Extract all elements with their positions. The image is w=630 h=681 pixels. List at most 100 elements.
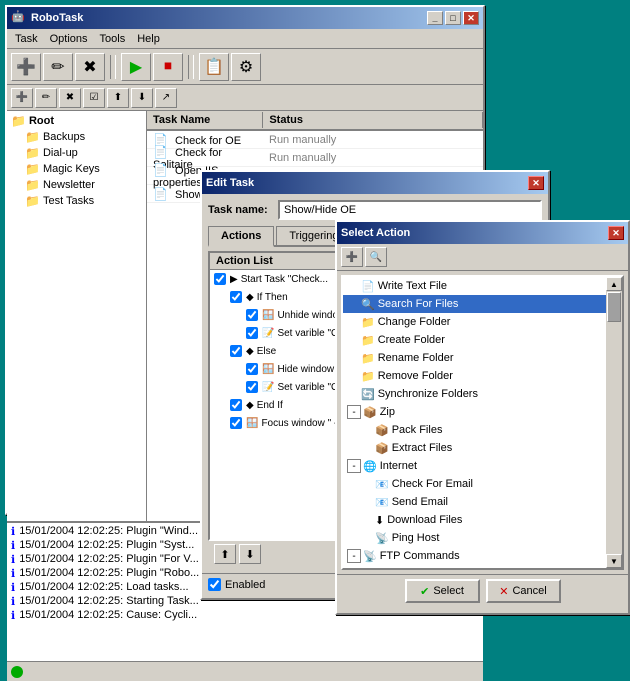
new-task-btn[interactable]: ➕ — [11, 53, 41, 81]
task-name-input[interactable] — [278, 200, 542, 220]
tree-dialup[interactable]: 📁 Dial-up — [9, 145, 144, 161]
tree-backups-label: Backups — [43, 131, 85, 143]
tree-internet-group[interactable]: - 🌐 Internet — [343, 457, 606, 475]
tree-newsletter[interactable]: 📁 Newsletter — [9, 177, 144, 193]
scroll-down-btn[interactable]: ▼ — [606, 554, 622, 568]
pack-files-icon: 📦 — [375, 424, 389, 437]
tree-scrollbar[interactable]: ▲ ▼ — [606, 277, 622, 568]
change-folder-label: Change Folder — [378, 316, 451, 328]
select-action-close[interactable]: ✕ — [608, 226, 624, 240]
sync-folders-label: Synchronize Folders — [378, 388, 478, 400]
action-check-1[interactable] — [214, 273, 226, 285]
action-icon-9: 🪟 — [246, 418, 258, 429]
action-check-6[interactable] — [246, 363, 258, 375]
secondary-toolbar: ➕ ✏ ✖ ☑ ⬆ ⬇ ↗ — [7, 85, 483, 111]
enabled-label: Enabled — [225, 579, 265, 591]
magickeys-icon: 📁 — [25, 162, 40, 176]
check-email-label: Check For Email — [392, 478, 473, 490]
action-check-4[interactable] — [246, 327, 258, 339]
action-check-5[interactable] — [230, 345, 242, 357]
move-down-btn[interactable]: ⬇ — [239, 544, 261, 564]
delete-task-btn[interactable]: ✖ — [75, 53, 105, 81]
tree-ping-host[interactable]: 📡 Ping Host — [343, 529, 606, 547]
tree-ftp-logon[interactable]: 📡 FTP Log On — [343, 565, 606, 568]
check-email-icon: 📧 — [375, 478, 389, 491]
down-btn[interactable]: ⬇ — [131, 88, 153, 108]
tree-create-folder[interactable]: 📁 Create Folder — [343, 331, 606, 349]
col-task-name: Task Name — [147, 112, 263, 128]
tree-pack-files[interactable]: 📦 Pack Files — [343, 421, 606, 439]
settings-btn[interactable]: ⚙ — [231, 53, 261, 81]
menu-tools[interactable]: Tools — [94, 31, 132, 47]
robotask-logo: 🤖 — [11, 10, 27, 26]
zip-expand[interactable]: - — [347, 405, 361, 419]
cancel-button[interactable]: ✕ Cancel — [486, 579, 561, 603]
task-icon-2: 📄 — [153, 145, 168, 159]
send-email-icon: 📧 — [375, 496, 389, 509]
minimize-button[interactable]: _ — [427, 11, 443, 25]
action-check-3[interactable] — [246, 309, 258, 321]
task-tree[interactable]: 📁 Root 📁 Backups 📁 Dial-up 📁 Magic Keys … — [7, 111, 147, 521]
edit-task-close[interactable]: ✕ — [528, 176, 544, 190]
select-button[interactable]: ✔ Select — [405, 579, 480, 603]
sa-add-btn[interactable]: ➕ — [341, 247, 363, 267]
menu-help[interactable]: Help — [131, 31, 166, 47]
close-button[interactable]: ✕ — [463, 11, 479, 25]
action-text-8: End If — [257, 400, 283, 411]
log-text-3: 15/01/2004 12:02:25: Plugin "For V... — [19, 553, 199, 565]
up-btn[interactable]: ⬆ — [107, 88, 129, 108]
move-up-btn[interactable]: ⬆ — [214, 544, 236, 564]
search-files-icon: 🔍 — [361, 298, 375, 311]
jump-btn[interactable]: ↗ — [155, 88, 177, 108]
tree-search-files[interactable]: 🔍 Search For Files — [343, 295, 606, 313]
tree-change-folder[interactable]: 📁 Change Folder — [343, 313, 606, 331]
tree-remove-folder[interactable]: 📁 Remove Folder — [343, 367, 606, 385]
stop-btn[interactable]: ⏹ — [153, 53, 183, 81]
dialup-icon: 📁 — [25, 146, 40, 160]
scroll-thumb[interactable] — [607, 292, 621, 322]
tree-root[interactable]: 📁 Root — [9, 113, 144, 129]
tree-testtasks[interactable]: 📁 Test Tasks — [9, 193, 144, 209]
add-btn[interactable]: ➕ — [11, 88, 33, 108]
edit-btn[interactable]: ✏ — [35, 88, 57, 108]
backups-icon: 📁 — [25, 130, 40, 144]
tree-magickeys-label: Magic Keys — [43, 163, 100, 175]
del-btn[interactable]: ✖ — [59, 88, 81, 108]
action-check-9[interactable] — [230, 417, 242, 429]
tree-sync-folders[interactable]: 🔄 Synchronize Folders — [343, 385, 606, 403]
tab-actions[interactable]: Actions — [208, 226, 274, 247]
send-email-label: Send Email — [392, 496, 448, 508]
tree-check-email[interactable]: 📧 Check For Email — [343, 475, 606, 493]
tree-ftp-group[interactable]: - 📡 FTP Commands — [343, 547, 606, 565]
menu-options[interactable]: Options — [44, 31, 94, 47]
log-icon-5: ℹ — [11, 581, 15, 594]
tree-rename-folder[interactable]: 📁 Rename Folder — [343, 349, 606, 367]
tree-backups[interactable]: 📁 Backups — [9, 129, 144, 145]
task-view-btn[interactable]: 📋 — [199, 53, 229, 81]
extract-files-icon: 📦 — [375, 442, 389, 455]
tree-send-email[interactable]: 📧 Send Email — [343, 493, 606, 511]
action-tree-panel[interactable]: 📄 Write Text File 🔍 Search For Files 📁 C… — [341, 275, 624, 570]
tree-write-text[interactable]: 📄 Write Text File — [343, 277, 606, 295]
sa-search-btn[interactable]: 🔍 — [365, 247, 387, 267]
ftp-expand[interactable]: - — [347, 549, 361, 563]
write-text-icon: 📄 — [361, 280, 375, 293]
action-check-2[interactable] — [230, 291, 242, 303]
enabled-checkbox[interactable] — [208, 578, 221, 591]
action-check-7[interactable] — [246, 381, 258, 393]
run-btn[interactable]: ▶ — [121, 53, 151, 81]
toolbar-sep2 — [188, 55, 194, 79]
maximize-button[interactable]: □ — [445, 11, 461, 25]
scroll-up-btn[interactable]: ▲ — [606, 277, 622, 291]
tree-extract-files[interactable]: 📦 Extract Files — [343, 439, 606, 457]
edit-task-btn[interactable]: ✏ — [43, 53, 73, 81]
menu-task[interactable]: Task — [9, 31, 44, 47]
tree-magickeys[interactable]: 📁 Magic Keys — [9, 161, 144, 177]
change-folder-icon: 📁 — [361, 316, 375, 329]
action-check-8[interactable] — [230, 399, 242, 411]
action-icon-7: 📝 — [262, 382, 274, 393]
internet-expand[interactable]: - — [347, 459, 361, 473]
tree-download-files[interactable]: ⬇ Download Files — [343, 511, 606, 529]
tree-zip-group[interactable]: - 📦 Zip — [343, 403, 606, 421]
check-btn[interactable]: ☑ — [83, 88, 105, 108]
